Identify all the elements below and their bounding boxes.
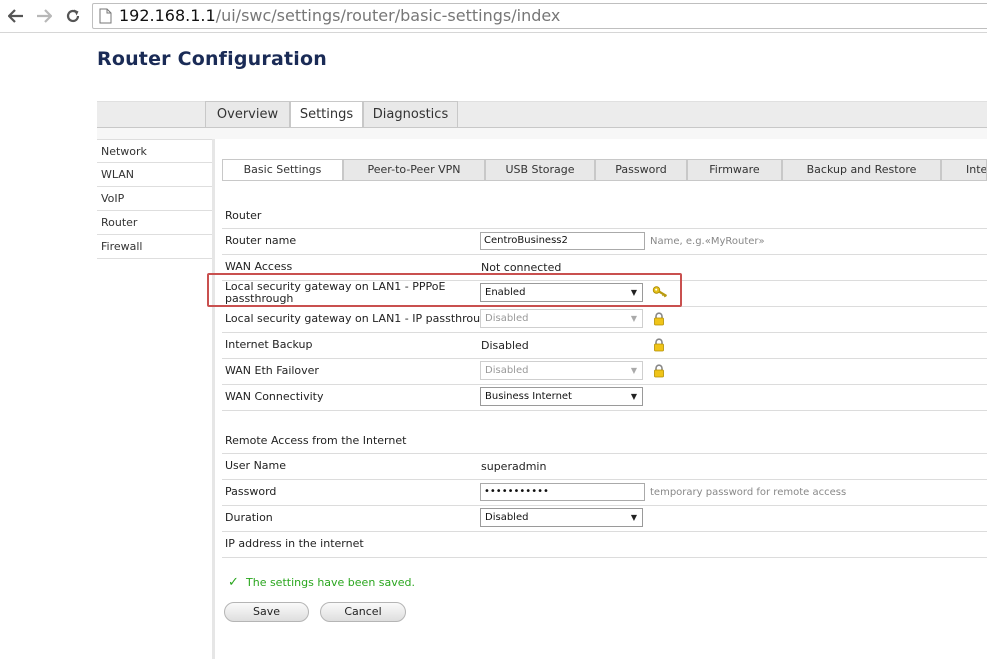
sidebar-item-voip[interactable]: VoIP — [97, 187, 213, 211]
forward-arrow-icon — [37, 9, 52, 23]
status-text: The settings have been saved. — [246, 576, 416, 589]
wan-eth-failover-label: WAN Eth Failover — [225, 364, 319, 377]
subtab-firmware[interactable]: Firmware — [687, 159, 782, 180]
duration-selected-value: Disabled — [485, 512, 529, 523]
row-divider — [222, 358, 987, 359]
password-hint: temporary password for remote access — [650, 487, 847, 498]
row-divider — [222, 531, 987, 532]
wan-connectivity-label: WAN Connectivity — [225, 390, 324, 403]
chevron-down-icon: ▼ — [630, 513, 637, 522]
user-name-label: User Name — [225, 459, 287, 472]
tab-overview[interactable]: Overview — [205, 101, 290, 128]
row-divider — [222, 479, 987, 480]
subtab-basic-settings[interactable]: Basic Settings — [222, 159, 343, 181]
address-bar[interactable]: 192.168.1.1/ui/swc/settings/router/basic… — [92, 3, 987, 29]
forward-button[interactable] — [32, 4, 56, 28]
password-label: Password — [225, 485, 277, 498]
cancel-button[interactable]: Cancel — [320, 602, 406, 622]
section-heading-remote-access: Remote Access from the Internet — [225, 434, 407, 447]
wan-eth-failover-selected-value: Disabled — [485, 365, 529, 376]
chevron-down-icon: ▼ — [630, 392, 637, 401]
router-name-hint: Name, e.g.«MyRouter» — [650, 236, 765, 247]
lock-icon — [654, 364, 664, 378]
divider — [97, 128, 987, 139]
back-button[interactable] — [4, 4, 28, 28]
sidebar-item-firewall[interactable]: Firewall — [97, 235, 213, 259]
lock-icon — [654, 338, 664, 352]
row-divider — [222, 254, 987, 255]
sidebar-divider — [212, 139, 215, 659]
checkmark-icon: ✓ — [228, 575, 239, 590]
wan-connectivity-select[interactable]: Business Internet ▼ — [480, 387, 643, 406]
tab-settings[interactable]: Settings — [290, 101, 363, 128]
sidebar-item-router[interactable]: Router — [97, 211, 213, 235]
page-icon — [99, 8, 112, 24]
sidebar-item-wlan[interactable]: WLAN — [97, 163, 213, 187]
subtab-usb-storage[interactable]: USB Storage — [485, 159, 595, 180]
subtab-backup-and-restore[interactable]: Backup and Restore — [782, 159, 941, 180]
row-divider — [222, 557, 987, 558]
subtab-password[interactable]: Password — [595, 159, 687, 180]
row-divider — [222, 332, 987, 333]
duration-select[interactable]: Disabled ▼ — [480, 508, 643, 527]
row-divider — [222, 384, 987, 385]
reload-icon — [66, 9, 80, 23]
save-button[interactable]: Save — [224, 602, 309, 622]
status-message: ✓ The settings have been saved. — [228, 575, 415, 590]
router-name-input[interactable]: CentroBusiness2 — [480, 232, 645, 250]
sidebar: Network WLAN VoIP Router Firewall — [97, 139, 213, 259]
ip-address-label: IP address in the internet — [225, 537, 364, 550]
ip-passthrough-select: Disabled ▼ — [480, 309, 643, 328]
tab-diagnostics[interactable]: Diagnostics — [363, 101, 458, 128]
internet-backup-value: Disabled — [481, 339, 529, 352]
user-name-value: superadmin — [481, 460, 547, 473]
section-heading-router: Router — [225, 209, 262, 222]
ip-passthrough-selected-value: Disabled — [485, 313, 529, 324]
row-divider — [222, 410, 987, 411]
sidebar-item-network[interactable]: Network — [97, 139, 213, 163]
reload-button[interactable] — [61, 4, 85, 28]
row-divider — [222, 228, 987, 229]
lock-icon — [654, 312, 664, 326]
wan-eth-failover-select: Disabled ▼ — [480, 361, 643, 380]
internet-backup-label: Internet Backup — [225, 338, 313, 351]
divider — [222, 180, 987, 181]
highlight-box — [207, 273, 682, 307]
duration-label: Duration — [225, 511, 273, 524]
subtab-peer-to-peer-vpn[interactable]: Peer-to-Peer VPN — [343, 159, 485, 180]
router-name-label: Router name — [225, 234, 297, 247]
password-input[interactable]: ••••••••••• — [480, 483, 645, 501]
wan-access-label: WAN Access — [225, 260, 293, 273]
row-divider — [222, 505, 987, 506]
page-title: Router Configuration — [97, 48, 327, 70]
chevron-down-icon: ▼ — [630, 314, 637, 323]
ip-passthrough-label: Local security gateway on LAN1 - IP pass… — [225, 312, 495, 325]
url-text: 192.168.1.1/ui/swc/settings/router/basic… — [119, 6, 561, 25]
browser-toolbar: 192.168.1.1/ui/swc/settings/router/basic… — [0, 0, 987, 33]
wan-connectivity-selected-value: Business Internet — [485, 391, 572, 402]
chevron-down-icon: ▼ — [630, 366, 637, 375]
subtab-internet[interactable]: Inte — [941, 159, 987, 180]
back-arrow-icon — [8, 9, 23, 23]
row-divider — [222, 453, 987, 454]
